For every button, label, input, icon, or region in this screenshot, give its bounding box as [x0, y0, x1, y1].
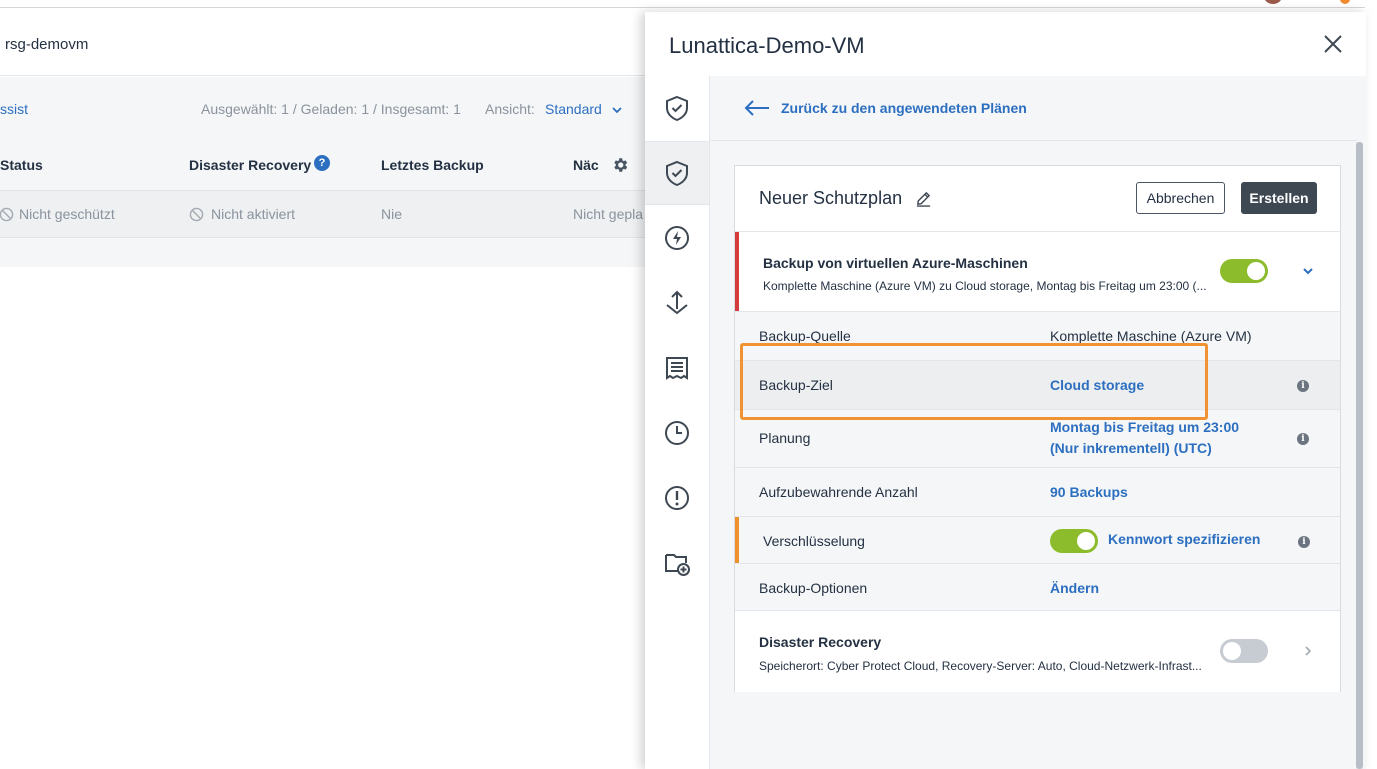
panel-title: Lunattica-Demo-VM — [669, 33, 865, 58]
rail-add-folder[interactable] — [645, 531, 709, 595]
close-icon[interactable] — [1323, 34, 1343, 54]
view-dropdown[interactable]: Standard — [545, 101, 602, 117]
back-to-plans-link[interactable]: Zurück zu den angewendeten Plänen — [743, 99, 1027, 117]
dr-toggle[interactable] — [1220, 639, 1268, 663]
rail-alerts[interactable] — [645, 466, 709, 530]
table-row[interactable]: Nicht geschützt Nicht aktiviert Nie Nich… — [0, 190, 650, 238]
module-status-bar — [735, 232, 739, 311]
dr-cell: Nicht aktiviert — [211, 206, 296, 222]
rail-history[interactable] — [645, 401, 709, 465]
encryption-label: Verschlüsselung — [763, 533, 865, 549]
status-cell: Nicht geschützt — [19, 206, 115, 222]
row-schedule[interactable]: Planung Montag bis Freitag um 23:00 (Nur… — [735, 409, 1340, 467]
source-label: Backup-Quelle — [759, 328, 851, 344]
warning-bar — [735, 517, 739, 563]
browser-top-strip — [0, 0, 1377, 12]
last-backup-cell: Nie — [381, 206, 403, 222]
encryption-toggle[interactable] — [1050, 529, 1098, 553]
selection-count: Ausgewählt: 1 / Geladen: 1 / Insgesamt: … — [201, 101, 461, 117]
upload-arrow-icon — [666, 290, 688, 315]
lightning-icon — [665, 226, 689, 250]
encryption-password-link[interactable]: Kennwort spezifizieren — [1108, 531, 1260, 547]
backup-module-toggle[interactable] — [1220, 259, 1268, 283]
chevron-down-icon[interactable] — [612, 105, 622, 115]
row-backup-target[interactable]: Backup-Ziel Cloud storage i — [735, 360, 1340, 409]
info-icon[interactable]: i — [1297, 433, 1309, 445]
target-label: Backup-Ziel — [759, 377, 833, 393]
options-change-link[interactable]: Ändern — [1050, 580, 1099, 596]
schedule-value-line1[interactable]: Montag bis Freitag um 23:00 — [1050, 419, 1239, 435]
browser-divider — [0, 7, 1365, 8]
ban-icon — [189, 207, 204, 222]
row-encryption[interactable]: Verschlüsselung Kennwort spezifizieren i — [735, 516, 1340, 563]
info-icon[interactable]: i — [1297, 380, 1309, 392]
shield-check-icon — [666, 95, 688, 122]
rail-activities[interactable] — [645, 206, 709, 270]
toggle-knob — [1247, 262, 1265, 280]
toggle-knob — [1077, 532, 1095, 550]
shield-check-icon — [666, 160, 688, 187]
help-icon[interactable]: ? — [314, 155, 330, 171]
next-backup-cell: Nicht gepla — [573, 206, 644, 222]
clock-icon — [665, 421, 689, 445]
gear-icon[interactable] — [611, 156, 629, 174]
toggle-knob — [1223, 642, 1241, 660]
scrollbar-thumb[interactable] — [1356, 142, 1363, 769]
target-value-link[interactable]: Cloud storage — [1050, 377, 1144, 393]
icon-rail — [645, 76, 710, 769]
create-button[interactable]: Erstellen — [1241, 182, 1317, 214]
rail-details[interactable] — [645, 336, 709, 400]
info-icon[interactable]: i — [1298, 536, 1310, 548]
page-header: rsg-demovm — [0, 12, 650, 76]
module-title: Backup von virtuellen Azure-Maschinen — [763, 255, 1028, 271]
dr-summary: Speicherort: Cyber Protect Cloud, Recove… — [759, 659, 1202, 673]
cancel-button[interactable]: Abbrechen — [1136, 182, 1225, 214]
dr-title: Disaster Recovery — [759, 634, 882, 650]
scrollbar[interactable] — [1356, 142, 1363, 769]
schedule-value-line2[interactable]: (Nur inkrementell) (UTC) — [1050, 440, 1212, 456]
backup-module[interactable]: Backup von virtuellen Azure-Maschinen Ko… — [735, 232, 1340, 311]
assist-link[interactable]: ssist — [0, 101, 28, 117]
chevron-down-icon[interactable] — [1302, 265, 1314, 277]
row-retention[interactable]: Aufzubewahrende Anzahl 90 Backups — [735, 467, 1340, 516]
column-last-backup[interactable]: Letztes Backup — [381, 157, 484, 173]
divider — [710, 140, 1357, 141]
protection-plan-card: Neuer Schutzplan Abbrechen Erstellen Bac… — [734, 165, 1341, 692]
module-summary: Komplette Maschine (Azure VM) zu Cloud s… — [763, 279, 1207, 293]
back-link-label: Zurück zu den angewendeten Plänen — [781, 100, 1027, 116]
retention-label: Aufzubewahrende Anzahl — [759, 484, 918, 500]
disaster-recovery-module[interactable]: Disaster Recovery Speicherort: Cyber Pro… — [735, 610, 1340, 692]
column-disaster-recovery[interactable]: Disaster Recovery — [189, 157, 311, 173]
folder-add-icon — [665, 554, 690, 576]
row-backup-options[interactable]: Backup-Optionen Ändern — [735, 563, 1340, 610]
source-value: Komplette Maschine (Azure VM) — [1050, 328, 1252, 344]
column-status[interactable]: Status — [0, 157, 43, 173]
plan-title: Neuer Schutzplan — [759, 188, 903, 208]
rail-recovery[interactable] — [645, 271, 709, 335]
alert-icon — [665, 486, 689, 510]
rail-protection-active[interactable] — [645, 141, 709, 205]
ban-icon — [0, 207, 14, 222]
receipt-icon — [666, 357, 688, 380]
profile-avatar[interactable] — [1263, 0, 1283, 4]
pencil-icon[interactable] — [915, 190, 932, 207]
rail-protection[interactable] — [645, 76, 709, 140]
arrow-left-icon — [744, 100, 769, 116]
chevron-right-icon[interactable] — [1302, 645, 1314, 657]
row-backup-source[interactable]: Backup-Quelle Komplette Maschine (Azure … — [735, 311, 1340, 360]
device-list-page: rsg-demovm ssist Ausgewählt: 1 / Geladen… — [0, 12, 650, 769]
view-label: Ansicht: — [485, 101, 535, 117]
column-next-backup[interactable]: Näc — [573, 157, 599, 173]
page-title: rsg-demovm — [5, 36, 89, 53]
options-label: Backup-Optionen — [759, 580, 868, 596]
retention-value-link[interactable]: 90 Backups — [1050, 484, 1128, 500]
panel-header: Lunattica-Demo-VM — [645, 12, 1366, 76]
extension-icon[interactable] — [1340, 0, 1350, 4]
schedule-label: Planung — [759, 430, 811, 446]
protection-panel: Lunattica-Demo-VM Zurück zu den angewend… — [645, 12, 1366, 769]
